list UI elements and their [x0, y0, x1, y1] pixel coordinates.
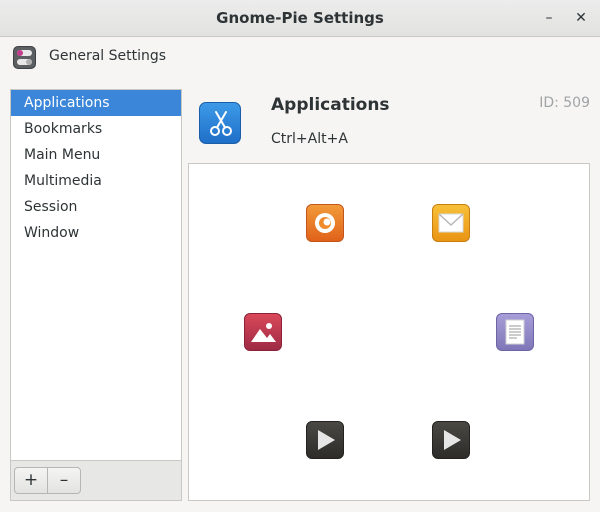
mail-icon[interactable] — [432, 204, 470, 242]
title-bar: Gnome-Pie Settings – ✕ — [0, 0, 600, 37]
pie-preview[interactable] — [188, 163, 590, 501]
video-player-icon[interactable] — [432, 421, 470, 459]
pie-id: ID: 509 — [539, 95, 590, 111]
list-item-session[interactable]: Session — [11, 194, 181, 220]
text-editor-icon[interactable] — [496, 313, 534, 351]
list-item-multimedia[interactable]: Multimedia — [11, 168, 181, 194]
close-button[interactable]: ✕ — [571, 8, 591, 28]
pie-shortcut[interactable]: Ctrl+Alt+A — [271, 131, 348, 147]
scissors-icon[interactable] — [199, 102, 241, 144]
window-title: Gnome-Pie Settings — [216, 9, 384, 27]
list-item-bookmarks[interactable]: Bookmarks — [11, 116, 181, 142]
image-viewer-icon[interactable] — [244, 313, 282, 351]
general-settings-button[interactable]: General Settings — [0, 38, 600, 80]
general-settings-label: General Settings — [49, 48, 167, 64]
media-player-icon[interactable] — [306, 421, 344, 459]
minimize-button[interactable]: – — [539, 8, 559, 28]
pie-name[interactable]: Applications — [271, 95, 390, 115]
pie-list: Applications Bookmarks Main Menu Multime… — [10, 89, 182, 501]
toggle-switches-icon — [13, 46, 36, 69]
firefox-icon[interactable] — [306, 204, 344, 242]
list-item-window[interactable]: Window — [11, 220, 181, 246]
list-toolbar: + – — [11, 460, 181, 500]
add-pie-button[interactable]: + — [14, 467, 48, 494]
remove-pie-button[interactable]: – — [47, 467, 81, 494]
list-item-applications[interactable]: Applications — [11, 90, 181, 116]
list-item-main-menu[interactable]: Main Menu — [11, 142, 181, 168]
